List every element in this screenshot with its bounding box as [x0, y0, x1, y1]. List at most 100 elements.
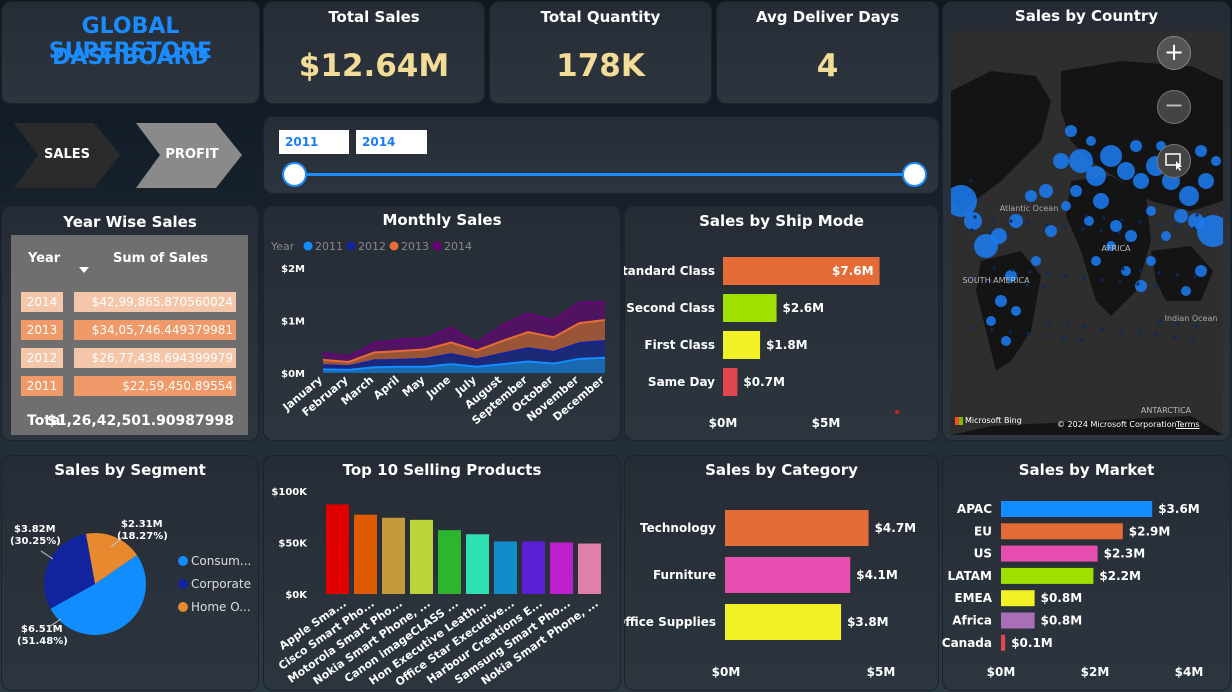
- country-bubble[interactable]: [1195, 145, 1207, 157]
- legend-label[interactable]: 2014: [444, 240, 472, 253]
- country-bubble[interactable]: [986, 316, 996, 326]
- country-bubble[interactable]: [1093, 193, 1109, 209]
- country-dot[interactable]: [1028, 270, 1032, 274]
- slicer-start-handle[interactable]: [282, 162, 307, 187]
- sales-nav-button[interactable]: SALES: [14, 123, 120, 188]
- country-dot[interactable]: [988, 230, 992, 234]
- country-dot[interactable]: [1043, 285, 1047, 289]
- country-dot[interactable]: [1083, 325, 1087, 329]
- country-dot[interactable]: [1026, 332, 1030, 336]
- country-dot[interactable]: [1080, 338, 1084, 342]
- country-bubble[interactable]: [1086, 136, 1096, 146]
- legend-label[interactable]: 2013: [401, 240, 429, 253]
- bar[interactable]: [1001, 545, 1098, 562]
- country-dot[interactable]: [1027, 221, 1031, 225]
- table-row[interactable]: 2011 $22,59,450.89554: [11, 373, 248, 399]
- bar[interactable]: [723, 294, 777, 322]
- country-dot[interactable]: [1120, 218, 1124, 222]
- country-dot[interactable]: [1121, 267, 1125, 271]
- country-bubble[interactable]: [1117, 162, 1135, 180]
- country-bubble[interactable]: [1045, 225, 1057, 237]
- country-dot[interactable]: [1193, 275, 1197, 279]
- country-dot[interactable]: [1100, 278, 1104, 282]
- country-bubble[interactable]: [1146, 256, 1156, 266]
- bar[interactable]: [1001, 523, 1123, 540]
- zoom-in-button[interactable]: +: [1157, 36, 1191, 70]
- country-dot[interactable]: [1173, 335, 1177, 339]
- country-bubble[interactable]: [1179, 186, 1199, 206]
- country-dot[interactable]: [1008, 330, 1012, 334]
- country-dot[interactable]: [1119, 329, 1123, 333]
- sales-column-header[interactable]: Sum of Sales: [113, 251, 208, 266]
- country-dot[interactable]: [1063, 225, 1067, 229]
- country-dot[interactable]: [1136, 282, 1140, 286]
- country-dot[interactable]: [1194, 324, 1198, 328]
- bar[interactable]: [1001, 634, 1006, 651]
- country-dot[interactable]: [1117, 231, 1121, 235]
- country-bubble[interactable]: [1110, 220, 1122, 232]
- legend-label[interactable]: Home O...: [191, 600, 251, 614]
- country-dot[interactable]: [1101, 327, 1105, 331]
- profit-nav-button[interactable]: PROFIT: [136, 123, 242, 188]
- country-bubble[interactable]: [1070, 185, 1082, 197]
- bar[interactable]: [410, 519, 433, 594]
- country-bubble[interactable]: [995, 295, 1007, 307]
- slicer-end-input[interactable]: 2014: [356, 130, 427, 154]
- zoom-out-button[interactable]: −: [1157, 90, 1191, 124]
- bar[interactable]: [723, 368, 738, 396]
- bar[interactable]: [354, 514, 377, 594]
- country-bubble[interactable]: [1061, 201, 1071, 211]
- country-dot[interactable]: [1062, 336, 1066, 340]
- country-bubble[interactable]: [1161, 231, 1171, 241]
- country-dot[interactable]: [991, 217, 995, 221]
- country-dot[interactable]: [1084, 214, 1088, 218]
- country-dot[interactable]: [1195, 213, 1199, 217]
- country-bubble[interactable]: [1011, 306, 1021, 316]
- select-area-button[interactable]: [1157, 144, 1191, 178]
- bar[interactable]: [578, 543, 601, 594]
- bar[interactable]: [522, 541, 545, 594]
- country-dot[interactable]: [1138, 220, 1142, 224]
- country-bubble[interactable]: [1195, 265, 1207, 277]
- country-dot[interactable]: [970, 228, 974, 232]
- country-dot[interactable]: [1137, 331, 1141, 335]
- table-row[interactable]: 2014 $42,99,865.870560024: [11, 289, 248, 315]
- country-bubble[interactable]: [1125, 230, 1137, 242]
- country-dot[interactable]: [1155, 333, 1159, 337]
- country-dot[interactable]: [1192, 226, 1196, 230]
- country-dot[interactable]: [1064, 274, 1068, 278]
- country-dot[interactable]: [1046, 272, 1050, 276]
- bar[interactable]: [1001, 590, 1035, 607]
- country-dot[interactable]: [1174, 224, 1178, 228]
- legend-label[interactable]: Corporate: [191, 577, 251, 591]
- country-dot[interactable]: [1157, 271, 1161, 275]
- country-bubble[interactable]: [1025, 190, 1037, 202]
- country-dot[interactable]: [990, 328, 994, 332]
- bar[interactable]: [466, 534, 489, 594]
- bar[interactable]: [725, 557, 851, 593]
- country-dot[interactable]: [969, 179, 973, 183]
- country-dot[interactable]: [1099, 229, 1103, 233]
- country-bubble[interactable]: [1100, 145, 1122, 167]
- country-dot[interactable]: [992, 266, 996, 270]
- country-bubble[interactable]: [1039, 184, 1053, 198]
- bar[interactable]: [382, 517, 405, 594]
- country-dot[interactable]: [1154, 284, 1158, 288]
- country-dot[interactable]: [1047, 321, 1051, 325]
- bar[interactable]: [1001, 567, 1094, 584]
- country-bubble[interactable]: [991, 228, 1007, 244]
- table-row[interactable]: 2013 $34,05,746.449379981: [11, 317, 248, 343]
- country-bubble[interactable]: [1065, 125, 1077, 137]
- bar[interactable]: [494, 541, 517, 594]
- sort-desc-icon[interactable]: [79, 267, 89, 273]
- country-bubble[interactable]: [1198, 173, 1214, 189]
- country-bubble[interactable]: [1146, 206, 1156, 216]
- slicer-start-input[interactable]: 2011: [279, 130, 349, 154]
- country-bubble[interactable]: [1031, 256, 1041, 266]
- country-bubble[interactable]: [1130, 140, 1142, 152]
- country-bubble[interactable]: [1091, 256, 1101, 266]
- country-dot[interactable]: [1065, 323, 1069, 327]
- country-dot[interactable]: [1158, 320, 1162, 324]
- legend-label[interactable]: 2011: [315, 240, 343, 253]
- country-dot[interactable]: [973, 215, 977, 219]
